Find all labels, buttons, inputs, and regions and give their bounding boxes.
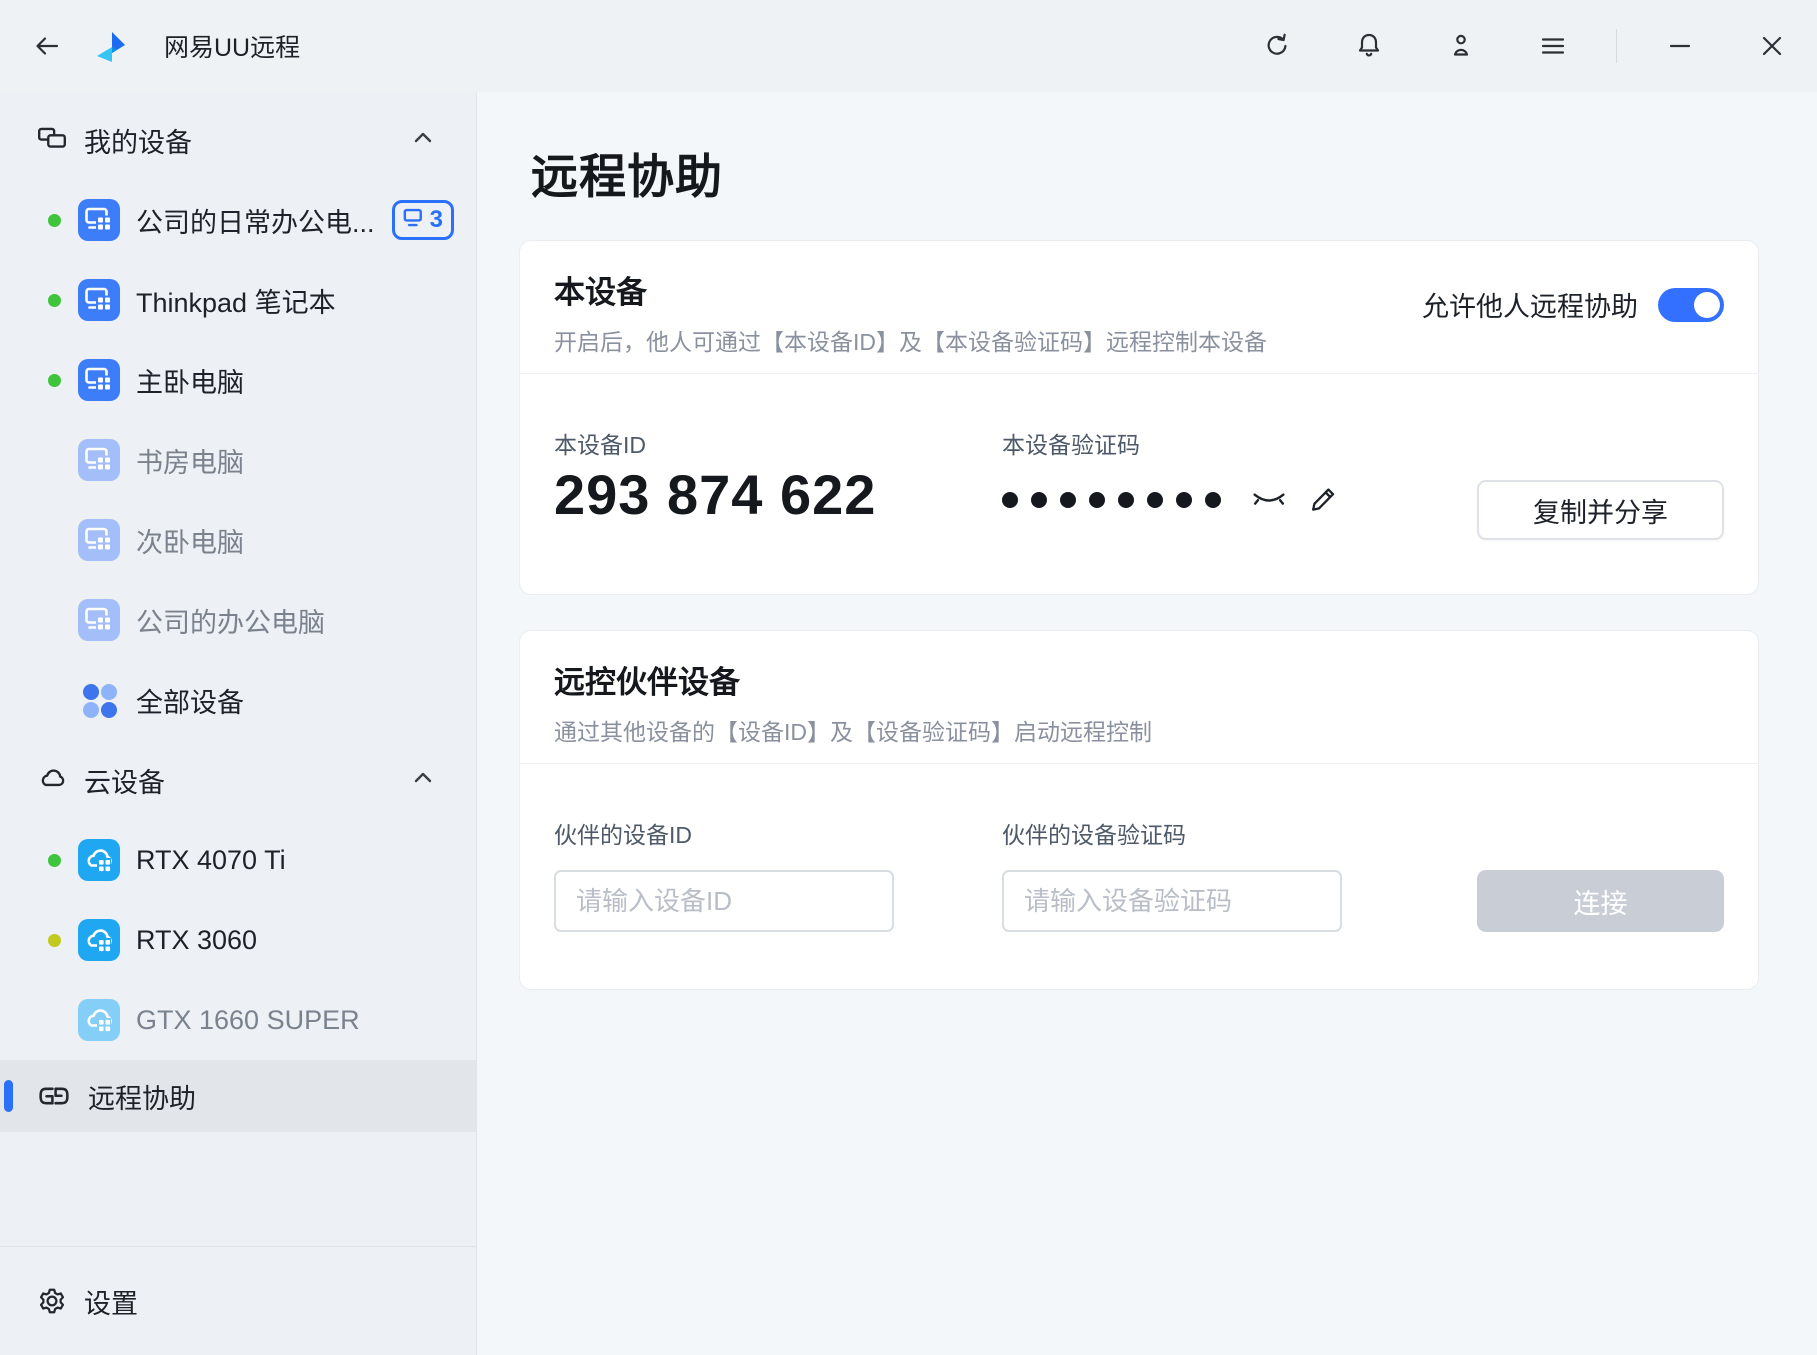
app-logo-icon [92,27,130,65]
notifications-button[interactable] [1350,27,1388,65]
allow-remote-assist-label: 允许他人远程协助 [1422,285,1638,324]
device-name: 主卧电脑 [136,361,244,400]
close-button[interactable] [1753,27,1791,65]
minimize-icon [1665,31,1695,61]
computer-device-icon [78,359,120,401]
status-dot [48,934,61,947]
gear-icon [36,1285,68,1317]
device-name: 全部设备 [136,681,244,720]
sidebar-device-item[interactable]: RTX 4070 Ti [0,820,476,900]
status-dot [48,374,61,387]
refresh-icon [1262,31,1292,61]
sidebar-section-header-my-devices[interactable]: 我的设备 [0,100,476,180]
device-name: Thinkpad 笔记本 [136,281,336,320]
monitor-badge-icon [403,208,425,233]
chevron-up-icon[interactable] [410,125,436,156]
all-devices-icon [78,679,120,721]
partner-code-input[interactable] [1002,870,1342,932]
sidebar-device-item[interactable]: 全部设备 [0,660,476,740]
sidebar-device-item[interactable]: 次卧电脑 [0,500,476,580]
card-title: 远控伙伴设备 [554,657,740,702]
remote-assist-icon [36,1082,72,1110]
sidebar-item-settings[interactable]: 设置 [0,1247,476,1355]
sidebar-device-item[interactable]: 公司的日常办公电... 3 [0,180,476,260]
computer-device-icon [78,199,120,241]
partner-code-label: 伙伴的设备验证码 [1002,816,1186,850]
minimize-button[interactable] [1661,27,1699,65]
back-arrow-icon [32,31,62,61]
pencil-icon [1305,485,1341,515]
app-window: 网易UU远程 我的设备公司的日常办公电...3Thi [0,0,1817,1355]
chevron-up-icon[interactable] [410,765,436,796]
partner-device-card: 远控伙伴设备 通过其他设备的【设备ID】及【设备验证码】启动远程控制 伙伴的设备… [519,630,1759,990]
cloud-device-icon [78,839,120,881]
cloud-icon [36,762,68,799]
device-name: 公司的办公电脑 [136,601,325,640]
user-icon [1446,31,1476,61]
cloud-device-icon [78,999,120,1041]
status-dot [48,854,61,867]
copy-share-button[interactable]: 复制并分享 [1477,480,1724,540]
card-description: 通过其他设备的【设备ID】及【设备验证码】启动远程控制 [554,713,1152,747]
sidebar-device-item[interactable]: 公司的办公电脑 [0,580,476,660]
sidebar-item-label: 设置 [84,1282,138,1321]
computer-device-icon [78,279,120,321]
device-name: 次卧电脑 [136,521,244,560]
main-content: 远程协助 本设备 开启后，他人可通过【本设备ID】及【本设备验证码】远程控制本设… [478,92,1817,1355]
cloud-device-icon [78,919,120,961]
sidebar-item-remote-assist[interactable]: 远程协助 [0,1060,476,1132]
sidebar-section-label: 我的设备 [84,121,410,160]
device-name: GTX 1660 SUPER [136,1005,360,1036]
multi-session-badge: 3 [392,200,454,240]
card-title: 本设备 [554,267,647,312]
status-dot [48,214,61,227]
computer-device-icon [78,439,120,481]
partner-id-input[interactable] [554,870,894,932]
back-button[interactable] [28,27,66,65]
allow-remote-assist-toggle[interactable] [1658,288,1724,322]
show-passcode-button[interactable] [1250,481,1288,519]
titlebar: 网易UU远程 [0,0,1817,92]
refresh-button[interactable] [1258,27,1296,65]
partner-id-label: 伙伴的设备ID [554,816,692,850]
page-title: 远程协助 [531,138,723,207]
edit-passcode-button[interactable] [1304,481,1342,519]
sidebar-device-item[interactable]: 书房电脑 [0,420,476,500]
device-name: 书房电脑 [136,441,244,480]
hamburger-menu-icon [1538,31,1568,61]
sidebar-section-label: 云设备 [84,761,410,800]
device-name: 公司的日常办公电... [136,201,375,240]
sidebar-device-item[interactable]: GTX 1660 SUPER [0,980,476,1060]
account-button[interactable] [1442,27,1480,65]
sidebar-device-item[interactable]: 主卧电脑 [0,340,476,420]
passcode-label: 本设备验证码 [1002,426,1140,460]
status-dot [48,294,61,307]
eye-closed-icon [1251,485,1287,515]
menu-button[interactable] [1534,27,1572,65]
sidebar-footer: 设置 [0,1246,476,1355]
device-id-value: 293 874 622 [554,462,876,527]
passcode-masked-value [1002,492,1234,508]
bell-icon [1354,31,1384,61]
close-icon [1757,31,1787,61]
sidebar-item-label: 远程协助 [88,1077,196,1116]
local-device-card: 本设备 开启后，他人可通过【本设备ID】及【本设备验证码】远程控制本设备 允许他… [519,240,1759,595]
dual-monitor-icon [36,122,68,159]
sidebar: 我的设备公司的日常办公电... 3 Thinkpad 笔记本主卧电脑书房电脑次卧电脑… [0,92,477,1355]
device-name: RTX 3060 [136,925,257,956]
computer-device-icon [78,599,120,641]
titlebar-divider [1616,29,1617,63]
sidebar-device-item[interactable]: RTX 3060 [0,900,476,980]
sidebar-section-header-cloud-devices[interactable]: 云设备 [0,740,476,820]
card-description: 开启后，他人可通过【本设备ID】及【本设备验证码】远程控制本设备 [554,323,1267,357]
sidebar-device-item[interactable]: Thinkpad 笔记本 [0,260,476,340]
connect-button[interactable]: 连接 [1477,870,1724,932]
device-id-label: 本设备ID [554,426,646,460]
device-name: RTX 4070 Ti [136,845,286,876]
app-title: 网易UU远程 [164,28,300,64]
computer-device-icon [78,519,120,561]
